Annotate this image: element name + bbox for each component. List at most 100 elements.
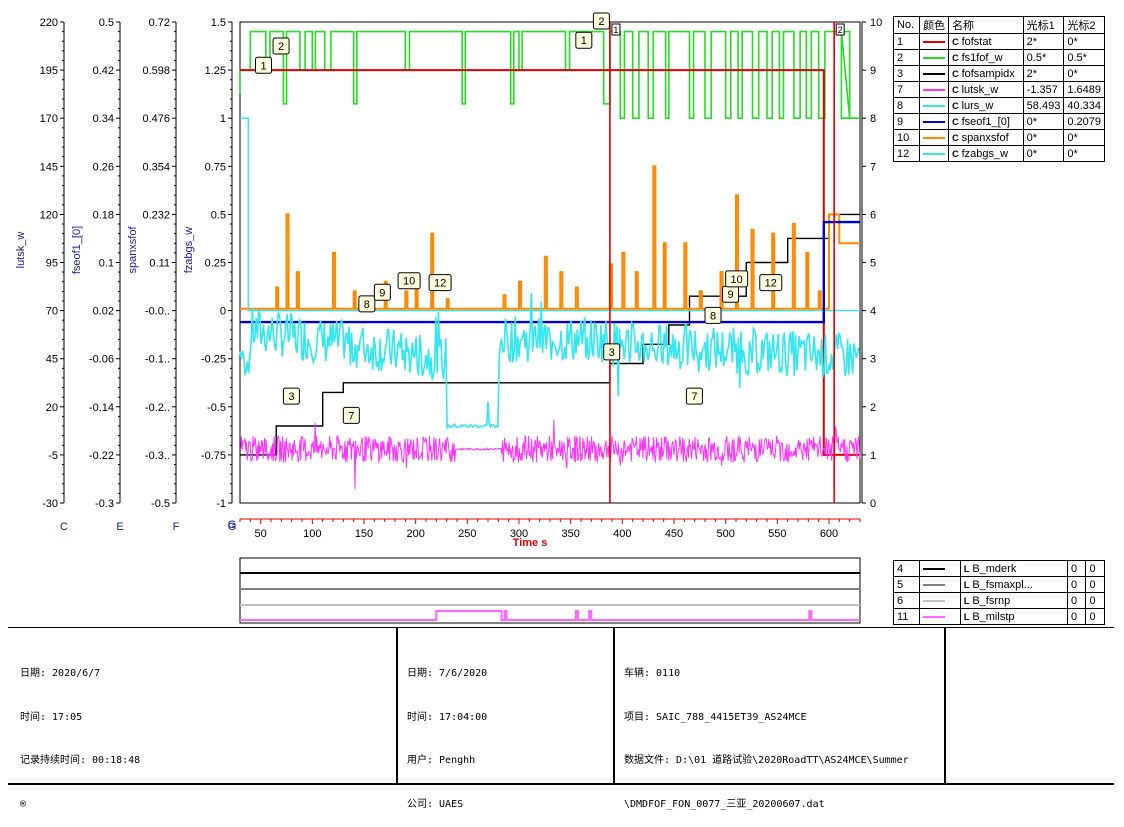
legend-row[interactable]: 10 Cspanxsfof 0* 0*: [892, 129, 1105, 146]
legend-row[interactable]: 8 Clurs_w 58.493 40.334: [892, 97, 1105, 114]
legend-row[interactable]: 2 Cfs1fof_w 0.5* 0.5*: [892, 49, 1105, 66]
y-axis-tick-label: 0.1: [99, 258, 114, 270]
y-axis-tick-label: 0.232: [142, 209, 170, 221]
legend-color-swatch: [923, 88, 946, 91]
legend-swatch: [919, 49, 950, 66]
y-axis-tick-label: 0.26: [93, 161, 114, 173]
legend-name: Cfs1fof_w: [948, 49, 1024, 66]
y-axis-tick-label: 95: [46, 258, 58, 270]
info-mark: ®: [20, 798, 27, 810]
legend-cursor1: 0*: [1022, 129, 1065, 146]
legend-row[interactable]: 12 Cfzabgs_w 0* 0*: [892, 145, 1105, 162]
y-axis-tick-label: -0.2..: [145, 402, 170, 414]
digital-legend-color-swatch: [922, 567, 945, 570]
legend-name-text: fofstat: [961, 35, 992, 48]
channel-type-icon: C: [952, 132, 959, 143]
legend-color-swatch: [923, 40, 946, 43]
y-axis-tick-label: -0.25: [201, 354, 226, 366]
legend-row[interactable]: 7 Clutsk_w -1.357 1.6489: [892, 81, 1105, 98]
legend-name-text: lutsk_w: [961, 83, 999, 96]
channel-type-icon: C: [952, 68, 959, 79]
y-axis-tick-label: -0.0..: [145, 306, 170, 318]
legend-cursor2: 0.5*: [1063, 49, 1105, 66]
info-user: 用户: Penghh: [407, 755, 476, 766]
digital-legend-name-text: B_mderk: [972, 562, 1017, 575]
y-axis-tick-label: -30: [42, 498, 58, 510]
info-divider-3: [944, 628, 946, 783]
y-axis-tick-label: -0.1..: [145, 354, 170, 366]
digital-legend-cursor2: 0: [1085, 576, 1105, 593]
series-marker-label: 10: [403, 276, 415, 288]
info-datafile-2: \DMDFOF_FON_0077_三亚_20200607.dat: [624, 798, 825, 810]
legend-name: Cspanxsfof: [948, 129, 1024, 146]
legend-color-swatch: [923, 56, 946, 59]
legend-header-cursor1: 光标1: [1022, 16, 1065, 34]
legend-color-swatch: [923, 104, 946, 107]
digital-legend-color-swatch: [922, 583, 945, 586]
y-axis-tick-label: -1: [216, 498, 226, 510]
channel-type-icon: C: [952, 100, 959, 111]
digital-legend-cursor2: 0: [1085, 608, 1105, 625]
legend-no: 8: [892, 97, 921, 114]
digital-legend-swatch: [918, 592, 961, 609]
legend-row[interactable]: 3 Cfofsampidx 2* 0*: [892, 65, 1105, 82]
legend-cursor2: 0*: [1063, 145, 1105, 162]
y-axis-tick-label: 0.42: [93, 65, 114, 77]
right-axis-tick-label: 0: [870, 498, 876, 510]
legend-swatch: [919, 81, 950, 98]
legend-no: 3: [892, 65, 921, 82]
digital-legend-row[interactable]: 6 L B_fsrnp 0 0: [893, 592, 1105, 609]
legend-no: 12: [892, 145, 921, 162]
legend-name-text: fs1fof_w: [961, 51, 1003, 64]
digital-legend-cursor1: 0: [1066, 560, 1087, 577]
legend-row[interactable]: 1 Cfofstat 2* 0*: [892, 33, 1105, 50]
legend-color-swatch: [923, 152, 946, 155]
legend-cursor2: 0.2079: [1063, 113, 1105, 130]
y-axis-tick-label: 0.354: [142, 161, 170, 173]
digital-legend-name-text: B_fsmaxpl...: [972, 578, 1033, 591]
legend-cursor1: 0.5*: [1022, 49, 1065, 66]
info-col-1: 日期: 2020/6/7 时间: 17:05 记录持续时间: 00:18:48 …: [20, 638, 140, 827]
y-axis-tick-label: 170: [40, 113, 58, 125]
digital-legend-cursor2: 0: [1085, 560, 1105, 577]
digital-legend-row[interactable]: 5 L B_fsmaxpl... 0 0: [893, 576, 1105, 593]
y-axis-tick-label: 0.02: [93, 306, 114, 318]
channel-type-icon: C: [952, 52, 959, 63]
info-bottom: [8, 783, 1114, 785]
legend-row[interactable]: 9 Cfseof1_[0] 0* 0.2079: [892, 113, 1105, 130]
right-axis-tick-label: 4: [870, 306, 876, 318]
legend-header-no: No.: [892, 16, 921, 34]
digital-legend-name: L B_fsmaxpl...: [959, 576, 1068, 593]
legend-table: No. 颜色 名称 光标1 光标2 1 Cfofstat 2* 0* 2 Cfs1fof_…: [892, 16, 1105, 162]
y-axis-id-F: F: [173, 521, 180, 533]
series-marker-label: 12: [765, 278, 777, 290]
legend-no: 1: [892, 33, 921, 50]
channel-type-icon: L: [963, 563, 970, 574]
channel-type-icon: L: [963, 595, 970, 606]
channel-type-icon: C: [952, 36, 959, 47]
y-axis-tick-label: -0.22: [89, 450, 114, 462]
y-axis-tick-label: -0.5: [207, 402, 226, 414]
series-marker-label: 1: [260, 60, 266, 72]
digital-legend-name: L B_milstp: [959, 608, 1068, 625]
legend-cursor2: 0*: [1063, 129, 1105, 146]
legend-cursor1: 0*: [1022, 113, 1065, 130]
legend-name-text: lurs_w: [961, 99, 994, 112]
channel-type-icon: C: [952, 84, 959, 95]
legend-cursor2: 40.334: [1063, 97, 1105, 114]
legend-color-swatch: [923, 72, 946, 75]
y-axis-id-C: C: [60, 521, 68, 533]
y-axis-tick-label: -0.06: [89, 354, 114, 366]
x-axis-tick-label: 50: [255, 528, 267, 540]
legend-header-name: 名称: [948, 16, 1024, 34]
y-axis-tick-label: 0.5: [211, 209, 226, 221]
digital-legend-row[interactable]: 11 L B_milstp 0 0: [893, 608, 1105, 625]
info-divider-1: [396, 628, 398, 783]
y-axis-tick-label: 0.598: [142, 65, 170, 77]
legend-name: Clurs_w: [948, 97, 1024, 114]
digital-legend-row[interactable]: 4 L B_mderk 0 0: [893, 560, 1105, 577]
digital-legend-cursor1: 0: [1066, 608, 1087, 625]
legend-name-text: spanxsfof: [961, 131, 1009, 144]
digital-legend-no: 6: [893, 592, 920, 609]
info-company: 公司: UAES: [407, 798, 464, 810]
